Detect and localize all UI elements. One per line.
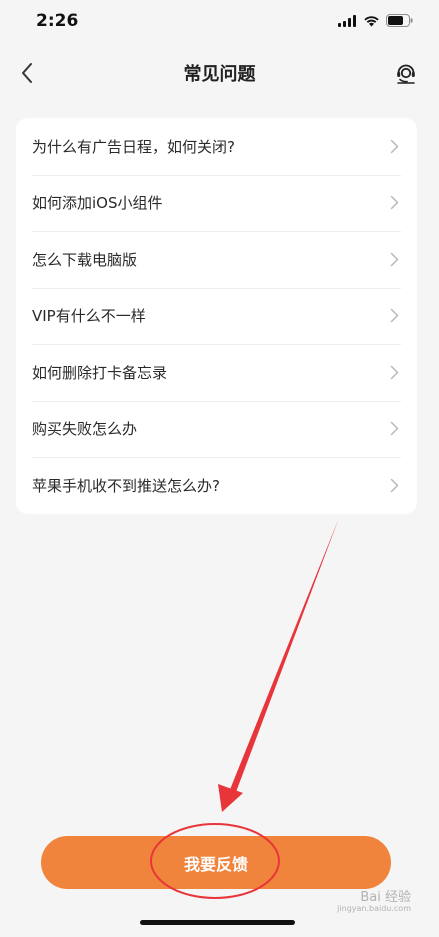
watermark-url: jingyan.baidu.com [337,904,411,913]
cellular-signal-icon [338,14,356,27]
faq-item-label: 怎么下载电脑版 [32,250,138,269]
faq-list: 为什么有广告日程，如何关闭? 如何添加iOS小组件 怎么下载电脑版 VIP有什么… [16,118,417,514]
faq-item-vip-difference[interactable]: VIP有什么不一样 [16,287,417,345]
chevron-right-icon [389,308,399,324]
watermark: Bai 经验 [360,890,411,905]
faq-item-label: VIP有什么不一样 [32,307,146,326]
annotation-arrow-icon [218,518,339,812]
customer-service-button[interactable] [389,56,423,90]
faq-item-label: 如何删除打卡备忘录 [32,363,168,382]
chevron-right-icon [389,138,399,154]
wifi-icon [364,15,379,26]
nav-bar: 常见问题 [0,44,439,102]
faq-item-ios-widget[interactable]: 如何添加iOS小组件 [16,174,417,232]
chevron-right-icon [389,477,399,493]
faq-item-purchase-failed[interactable]: 购买失败怎么办 [16,400,417,458]
battery-icon [386,14,413,27]
customer-service-icon [397,64,415,84]
chevron-right-icon [389,251,399,267]
chevron-right-icon [389,364,399,380]
page-title: 常见问题 [183,64,256,85]
faq-item-iphone-push[interactable]: 苹果手机收不到推送怎么办? [16,457,417,514]
status-time: 2:26 [36,11,79,31]
status-icons [338,14,413,27]
chevron-right-icon [389,195,399,211]
faq-item-ad-schedule[interactable]: 为什么有广告日程，如何关闭? [16,118,417,175]
faq-item-delete-checkin[interactable]: 如何删除打卡备忘录 [16,344,417,401]
status-bar: 2:26 [0,0,439,44]
faq-item-label: 购买失败怎么办 [32,420,138,439]
chevron-right-icon [389,421,399,437]
feedback-button[interactable]: 我要反馈 [41,836,391,889]
home-indicator [140,920,295,925]
faq-item-desktop-download[interactable]: 怎么下载电脑版 [16,231,417,288]
faq-item-label: 如何添加iOS小组件 [32,194,163,213]
faq-item-label: 为什么有广告日程，如何关闭? [32,137,235,156]
faq-item-label: 苹果手机收不到推送怎么办? [32,476,220,495]
